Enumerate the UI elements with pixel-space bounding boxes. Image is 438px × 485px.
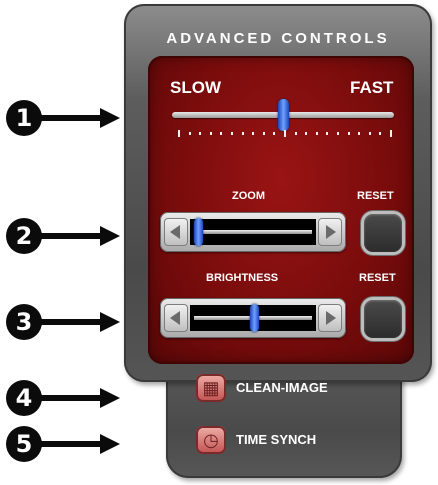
arrow-right-icon [326,311,336,325]
brightness-slider[interactable] [160,298,346,338]
speed-tick-mark [368,132,371,135]
zoom-slider-track[interactable] [194,230,312,234]
zoom-left-arrow-button[interactable] [164,218,188,246]
speed-tick-mark [231,132,233,135]
zoom-slider[interactable] [160,212,346,252]
panel-title: ADVANCED CONTROLS [166,30,390,47]
arrow-right-icon [326,225,336,239]
callout-arrow-1: 1 [0,100,122,140]
callout-arrow-2: 2 [0,218,122,258]
brightness-slider-thumb[interactable] [250,304,259,332]
zoom-reset-label: RESET [357,190,394,202]
clean-image-icon: ▦ [196,374,226,402]
callout-arrow-4: 4 [0,380,122,420]
callout-arrow-5: 5 [0,426,122,466]
arrow-shaft [40,319,102,325]
brightness-label: BRIGHTNESS [206,272,279,284]
brightness-reset-label: RESET [359,272,396,284]
speed-slider-ticks [178,130,392,142]
zoom-label: ZOOM [232,190,265,202]
speed-tick-mark [326,132,329,135]
speed-tick-mark [199,132,202,135]
time-synch-label: TIME SYNCH [236,432,317,447]
clean-image-button[interactable]: ▦ CLEAN-IMAGE [196,374,392,404]
arrow-left-icon [170,311,180,325]
speed-tick-mark [294,132,297,135]
brightness-reset-button[interactable] [364,300,402,338]
speed-tick-mark [188,132,191,135]
arrow-shaft [40,115,102,121]
speed-tick-mark [379,132,382,135]
speed-slider-thumb[interactable] [278,99,289,131]
callout-number-3: 3 [6,304,42,340]
speed-tick-mark [315,132,318,135]
arrow-shaft [40,233,102,239]
speed-tick-mark [220,132,223,135]
arrow-left-icon [170,225,180,239]
speed-tick-mark [273,132,276,135]
arrow-head-icon [100,312,120,332]
arrow-head-icon [100,434,120,454]
arrow-head-icon [100,388,120,408]
callout-number-1: 1 [6,100,42,136]
arrow-head-icon [100,108,120,128]
speed-tick-mark [337,132,339,135]
clean-image-label: CLEAN-IMAGE [236,380,328,395]
speed-tick-mark [178,130,180,137]
speed-tick-mark [284,130,286,137]
callout-arrow-3: 3 [0,304,122,344]
zoom-slider-thumb[interactable] [194,218,203,246]
brightness-left-arrow-button[interactable] [164,304,188,332]
brightness-right-arrow-button[interactable] [318,304,342,332]
zoom-right-arrow-button[interactable] [318,218,342,246]
speed-tick-mark [305,132,308,135]
speed-tick-mark [209,132,212,135]
arrow-shaft [40,441,102,447]
zoom-reset-button[interactable] [364,214,402,252]
callout-number-4: 4 [6,380,42,416]
arrow-shaft [40,395,102,401]
callout-number-5: 5 [6,426,42,462]
arrow-head-icon [100,226,120,246]
speed-min-label: SLOW [170,78,221,97]
callout-number-2: 2 [6,218,42,254]
speed-tick-mark [252,132,255,135]
speed-max-label: FAST [350,78,394,97]
speed-tick-mark [390,130,392,137]
time-synch-button[interactable]: ◷ TIME SYNCH [196,426,392,456]
clock-icon: ◷ [196,426,226,454]
speed-tick-mark [241,132,244,135]
speed-tick-mark [358,132,361,135]
speed-tick-mark [262,132,265,135]
speed-tick-mark [347,132,350,135]
